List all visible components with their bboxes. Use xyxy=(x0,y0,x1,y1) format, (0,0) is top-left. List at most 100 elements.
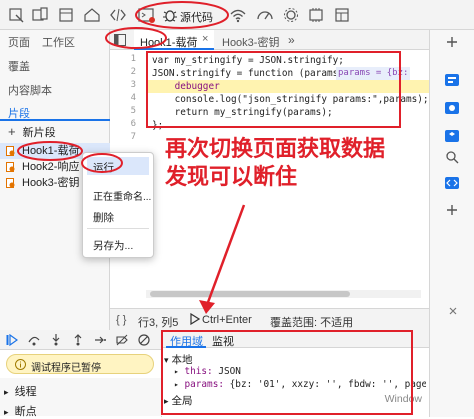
application-icon[interactable] xyxy=(332,5,352,25)
debugger-sidebar: 调试程序已暂停 ▸ 线程 ▸ 断点 xyxy=(0,350,162,418)
tab-watch[interactable]: 监视 xyxy=(210,330,242,348)
property-value: {bz: '01', xxzy: '', fbdw: '', pageIndex xyxy=(229,379,426,390)
snippet-file-icon xyxy=(6,162,15,172)
snippet-label: Hook1-载荷 xyxy=(22,145,80,157)
menu-divider xyxy=(87,228,149,229)
elements-icon[interactable] xyxy=(56,5,76,25)
caret-right-icon: ▸ xyxy=(174,380,179,389)
tab-sources[interactable]: 源代码 xyxy=(180,9,213,25)
coverage-label: 覆盖范围: 不适用 xyxy=(270,317,354,329)
debugger-toolbar xyxy=(0,330,162,350)
add-tool-icon[interactable] xyxy=(444,34,460,50)
scope-local-label: 本地 xyxy=(171,354,193,366)
tab-scope[interactable]: 作用域 xyxy=(166,330,206,348)
nav-tab-overrides[interactable]: 覆盖 xyxy=(8,58,30,74)
memory-icon[interactable] xyxy=(306,5,326,25)
paused-banner: 调试程序已暂停 xyxy=(6,354,154,374)
step-into-icon[interactable] xyxy=(50,334,62,346)
line-number[interactable]: 4 xyxy=(131,93,136,103)
editor-tab-strip: Hook1-载荷 × Hook3-密钥 » xyxy=(110,30,429,50)
snippet-label: Hook3-密钥 xyxy=(22,177,80,189)
section-threads[interactable]: ▸ 线程 xyxy=(4,383,37,399)
property-value: JSON xyxy=(218,366,241,377)
menu-item-rename[interactable]: 正在重命名... xyxy=(93,188,151,203)
section-label: 断点 xyxy=(14,406,37,418)
line-number[interactable]: 1 xyxy=(131,54,136,64)
debugger-sections: ▸ 线程 ▸ 断点 xyxy=(0,378,162,418)
scrollbar-thumb[interactable] xyxy=(150,291,350,297)
nav-tab-pages[interactable]: 页面 xyxy=(8,34,30,50)
line-number[interactable]: 2 xyxy=(131,67,136,77)
more-tabs-icon[interactable]: » xyxy=(288,33,295,47)
devtools-toolbar: 源代码 xyxy=(0,0,474,30)
welcome-icon[interactable] xyxy=(82,5,102,25)
panel-blue-icon[interactable] xyxy=(444,72,460,88)
code-line-debugger: debugger xyxy=(152,81,220,92)
line-number[interactable]: 7 xyxy=(131,132,136,142)
scope-global[interactable]: ▸ 全局 Window xyxy=(164,393,424,408)
plus-icon[interactable] xyxy=(444,202,460,218)
line-number[interactable]: 5 xyxy=(131,106,136,116)
console-icon[interactable] xyxy=(136,5,156,25)
picker-icon[interactable] xyxy=(444,100,460,116)
menu-item-run[interactable]: 运行 xyxy=(93,160,114,175)
editor-tab-hook3[interactable]: Hook3-密钥 xyxy=(216,30,282,50)
caret-right-icon: ▸ xyxy=(4,387,9,397)
scope-row-this[interactable]: ▸ this: JSON xyxy=(174,366,241,377)
annotation-line-1: 再次切换页面获取数据 xyxy=(165,136,386,161)
tab-label: 作用域 xyxy=(170,336,203,348)
scope-panel: ▾ 本地 ▸ this: JSON ▸ params: {bz: '01', x… xyxy=(162,348,429,417)
scope-global-label: 全局 xyxy=(171,395,193,407)
toggle-navigator-icon[interactable] xyxy=(114,34,126,46)
snippet-context-menu: 运行 正在重命名... 删除 另存为... xyxy=(82,152,154,258)
code-line: console.log("json_stringify params:",par… xyxy=(152,94,429,105)
network-icon[interactable] xyxy=(228,5,248,25)
menu-item-delete[interactable]: 删除 xyxy=(93,210,114,225)
pause-on-exceptions-icon[interactable] xyxy=(138,334,150,346)
editor-statusbar: { } 行3, 列5 Ctrl+Enter 覆盖范围: 不适用 xyxy=(110,308,429,330)
device-icon[interactable] xyxy=(30,5,50,25)
close-icon[interactable]: × xyxy=(202,33,208,45)
code-panel-icon[interactable] xyxy=(444,175,460,191)
search-icon[interactable] xyxy=(444,149,460,165)
settings-icon[interactable] xyxy=(281,5,301,25)
scope-tab-strip: 作用域 监视 xyxy=(162,330,429,348)
run-shortcut-label: Ctrl+Enter xyxy=(202,314,252,326)
collapse-icon[interactable] xyxy=(448,306,458,316)
snippet-label: Hook2-响应 xyxy=(22,161,80,173)
nav-tab-content-scripts[interactable]: 内容脚本 xyxy=(8,82,52,98)
line-number[interactable]: 6 xyxy=(131,119,136,129)
snippet-file-icon xyxy=(6,146,15,156)
step-out-icon[interactable] xyxy=(72,334,84,346)
activity-rail xyxy=(429,30,474,417)
line-number[interactable]: 3 xyxy=(131,80,136,90)
sources-icon[interactable] xyxy=(160,5,180,25)
shopping-icon[interactable] xyxy=(444,128,460,144)
active-tab-underline xyxy=(0,119,110,121)
nav-tab-workspace[interactable]: 工作区 xyxy=(42,34,75,50)
code-line: JSON.stringify = function (params) { xyxy=(152,68,356,79)
new-snippet-button[interactable]: + 新片段 xyxy=(0,124,110,140)
performance-icon[interactable] xyxy=(255,5,275,25)
caret-right-icon: ▸ xyxy=(174,367,179,376)
caret-down-icon: ▾ xyxy=(164,355,169,365)
code-line: return my_stringify(params); xyxy=(152,107,333,118)
horizontal-scrollbar[interactable] xyxy=(146,290,421,298)
paused-label: 调试程序已暂停 xyxy=(31,363,101,374)
deactivate-breakpoints-icon[interactable] xyxy=(116,334,128,346)
code-line: var my_stringify = JSON.stringify; xyxy=(152,55,344,66)
code-icon[interactable] xyxy=(108,5,128,25)
pretty-print-button[interactable]: { } xyxy=(116,314,126,326)
scope-row-params[interactable]: ▸ params: {bz: '01', xxzy: '', fbdw: '',… xyxy=(174,379,426,390)
plus-icon: + xyxy=(8,124,16,139)
cursor-position: 行3, 列5 xyxy=(138,317,179,329)
annotation-text: 再次切换页面获取数据 发现可以断住 xyxy=(165,135,430,191)
editor-tab-hook1[interactable]: Hook1-载荷 × xyxy=(134,30,214,50)
inspect-icon[interactable] xyxy=(6,5,26,25)
step-icon[interactable] xyxy=(94,334,106,346)
step-over-icon[interactable] xyxy=(28,334,40,346)
run-icon[interactable] xyxy=(190,313,200,325)
resume-icon[interactable] xyxy=(6,334,18,346)
scope-local[interactable]: ▾ 本地 xyxy=(164,352,192,367)
menu-item-save-as[interactable]: 另存为... xyxy=(93,238,133,253)
